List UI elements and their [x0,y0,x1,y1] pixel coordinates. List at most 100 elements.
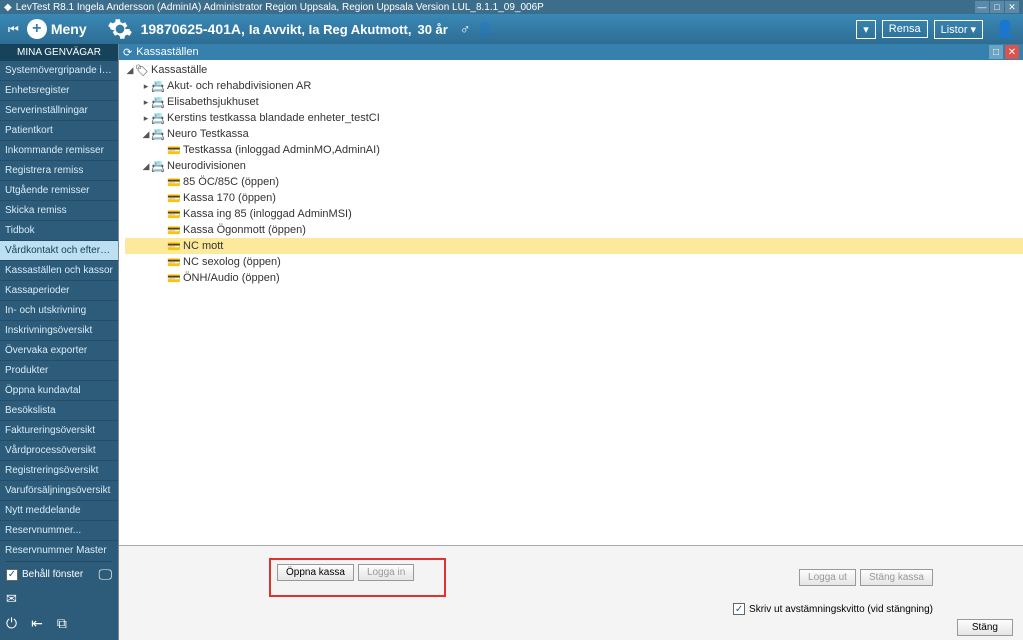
sidebar-item[interactable]: Systemövergripande inställnin... [0,61,118,81]
sidebar-item[interactable]: Reservnummer... [0,521,118,541]
tree-row[interactable]: ◢📇Neurodivisionen [125,158,1023,174]
tree-row[interactable]: ▸📇Akut- och rehabdivisionen AR [125,78,1023,94]
window-title: LevTest R8.1 Ingela Andersson (AdminIA) … [16,2,975,13]
expand-icon[interactable]: ◢ [141,161,151,172]
panel-header: ⟳ Kassaställen □ ✕ [119,44,1023,60]
tree-node-icon: 📇 [151,80,165,93]
listor-button[interactable]: Listor ▾ [934,20,983,39]
keep-window-label: Behåll fönster [22,569,83,580]
checkbox-row[interactable]: ✓ Skriv ut avstämningskvitto (vid stängn… [129,603,1013,615]
sidebar-item[interactable]: Serverinställningar [0,101,118,121]
panel-close-button[interactable]: ✕ [1005,45,1019,59]
sidebar-item[interactable]: Enhetsregister [0,81,118,101]
logout-icon[interactable]: ⇤ [31,615,43,632]
tree-node-icon: 🏷 [135,64,149,77]
sidebar-header: MINA GENVÄGAR [0,44,118,61]
minimize-button[interactable]: — [975,1,989,13]
tree-node-icon: 💳 [167,192,181,205]
tree-row[interactable]: 💳Kassa ing 85 (inloggad AdminMSI) [125,206,1023,222]
monitor-icon[interactable]: 🖵 [99,566,113,583]
main-panel: ⟳ Kassaställen □ ✕ ◢🏷Kassaställe▸📇Akut- … [118,44,1023,640]
sidebar-item[interactable]: Tidbok [0,221,118,241]
tree-node-icon: 📇 [151,160,165,173]
power-icon[interactable]: ⏻ [6,615,17,632]
panel-footer: Öppna kassa Logga in Logga ut Stäng kass… [119,545,1023,640]
maximize-button[interactable]: □ [990,1,1004,13]
tree-node-label: Testkassa (inloggad AdminMO,AdminAI) [181,144,380,156]
sidebar-item[interactable]: Kassaperioder [0,281,118,301]
tree-node-label: Neuro Testkassa [165,128,249,140]
expand-icon[interactable]: ▸ [141,81,151,92]
gear-icon[interactable] [107,16,133,42]
sidebar-item[interactable]: Inskrivningsöversikt [0,321,118,341]
sidebar-item[interactable]: Faktureringsöversikt [0,421,118,441]
sidebar-item[interactable]: Kassaställen och kassor [0,261,118,281]
menu-label: Meny [51,21,87,37]
mail-icon[interactable]: ✉ [6,591,17,606]
checkbox-checked-icon: ✓ [733,603,745,615]
expand-icon[interactable]: ▸ [141,113,151,124]
tree-node-icon: 💳 [167,224,181,237]
checkbox-checked-icon: ✓ [6,569,18,581]
tree-row[interactable]: ◢🏷Kassaställe [125,62,1023,78]
sidebar-item[interactable]: Reservnummer Master [0,541,118,557]
sidebar-item[interactable]: Utgående remisser [0,181,118,201]
expand-icon[interactable]: ◢ [125,65,135,76]
sidebar-item[interactable]: Vårdprocessöversikt [0,441,118,461]
sidebar-item[interactable]: Övervaka exporter [0,341,118,361]
tree-node-label: ÖNH/Audio (öppen) [181,272,280,284]
sidebar-item[interactable]: Vårdkontakt och efterregistrering [0,241,118,261]
sidebar-item[interactable]: Skicka remiss [0,201,118,221]
tree-row[interactable]: 💳Kassa 170 (öppen) [125,190,1023,206]
plus-icon: + [27,19,47,39]
tree-row[interactable]: 💳NC sexolog (öppen) [125,254,1023,270]
support-icon[interactable]: ⧉ [57,615,67,632]
sidebar-item[interactable]: In- och utskrivning [0,301,118,321]
tree-row[interactable]: ▸📇Elisabethsjukhuset [125,94,1023,110]
stang-button[interactable]: Stäng [957,619,1013,636]
tree-node-icon: 💳 [167,256,181,269]
tree-row[interactable]: ◢📇Neuro Testkassa [125,126,1023,142]
logga-ut-button[interactable]: Logga ut [799,569,856,586]
user-icon[interactable]: 👤 [995,19,1015,39]
sidebar-item[interactable]: Öppna kundavtal [0,381,118,401]
tree-row[interactable]: 💳NC mott [125,238,1023,254]
back-icon[interactable]: ⏮ [8,22,19,37]
expand-icon[interactable]: ◢ [141,129,151,140]
panel-maximize-button[interactable]: □ [989,45,1003,59]
expand-icon[interactable]: ▸ [141,97,151,108]
sidebar-item[interactable]: Produkter [0,361,118,381]
tree-row[interactable]: ▸📇Kerstins testkassa blandade enheter_te… [125,110,1023,126]
stang-kassa-button[interactable]: Stäng kassa [860,569,933,586]
keep-window-row[interactable]: ✓ Behåll fönster 🖵 [6,561,112,587]
tree-row[interactable]: 💳Testkassa (inloggad AdminMO,AdminAI) [125,142,1023,158]
tree-node-label: Elisabethsjukhuset [165,96,259,108]
tree-row[interactable]: 💳85 ÖC/85C (öppen) [125,174,1023,190]
tree-node-icon: 📇 [151,112,165,125]
sidebar-item[interactable]: Patientkort [0,121,118,141]
sidebar-nav: Systemövergripande inställnin...Enhetsre… [0,61,118,557]
tree-row[interactable]: 💳Kassa Ögonmott (öppen) [125,222,1023,238]
tree-node-icon: 💳 [167,272,181,285]
dropdown-button[interactable]: ▾ [856,20,876,39]
sidebar-item[interactable]: Inkommande remisser [0,141,118,161]
sidebar-item[interactable]: Registreringsöversikt [0,461,118,481]
sidebar-item[interactable]: Nytt meddelande [0,501,118,521]
tree-node-icon: 💳 [167,176,181,189]
refresh-icon[interactable]: ⟳ [123,46,132,59]
tree-node-icon: 💳 [167,208,181,221]
menu-button[interactable]: + Meny [27,19,87,39]
male-icon: ♂ [460,21,471,37]
sidebar-item[interactable]: Registrera remiss [0,161,118,181]
close-window-button[interactable]: ✕ [1005,1,1019,13]
logga-in-button[interactable]: Logga in [358,564,414,581]
tree-row[interactable]: 💳ÖNH/Audio (öppen) [125,270,1023,286]
rensa-button[interactable]: Rensa [882,20,928,38]
tree-node-label: 85 ÖC/85C (öppen) [181,176,279,188]
oppna-kassa-button[interactable]: Öppna kassa [277,564,354,581]
tree-node-label: Kassa ing 85 (inloggad AdminMSI) [181,208,352,220]
tree-node-label: NC mott [181,240,223,252]
sidebar-item[interactable]: Varuförsäljningsöversikt [0,481,118,501]
sidebar-item[interactable]: Besökslista [0,401,118,421]
tree-view[interactable]: ◢🏷Kassaställe▸📇Akut- och rehabdivisionen… [119,60,1023,545]
